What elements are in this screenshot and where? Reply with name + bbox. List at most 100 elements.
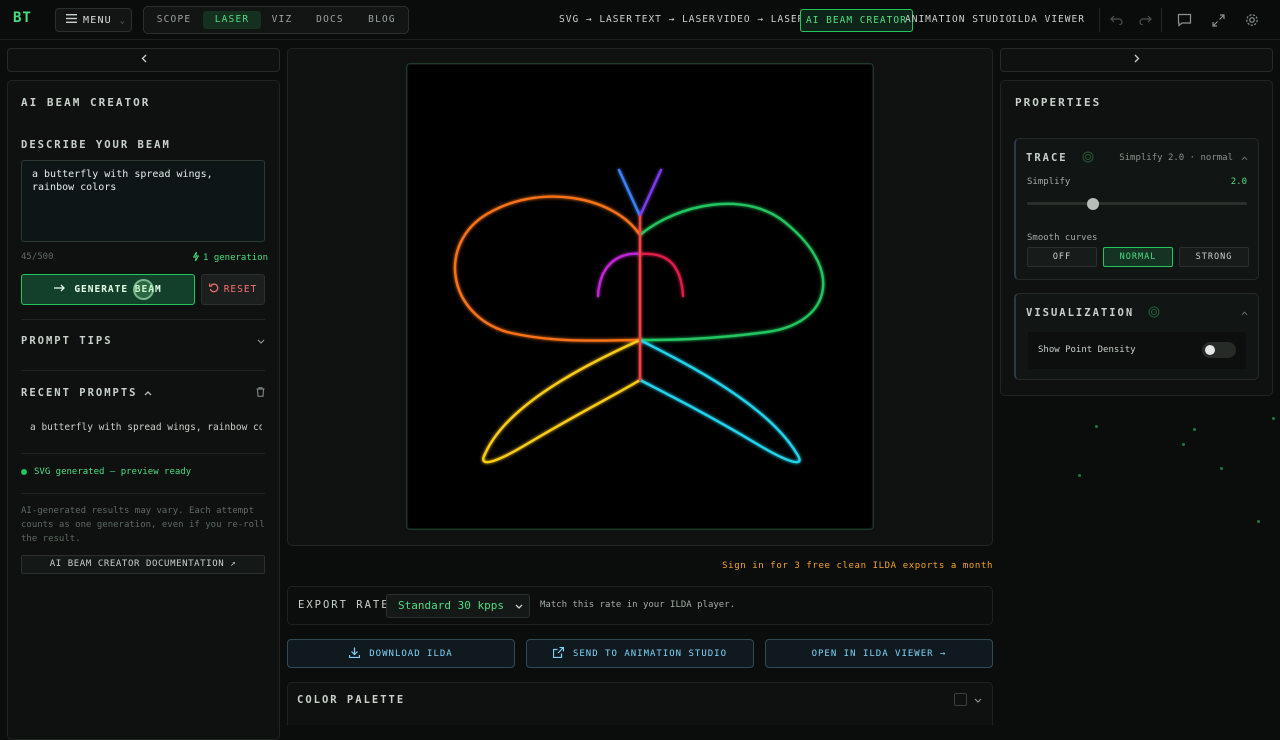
visualization-header[interactable]: VISUALIZATION <box>1026 305 1248 321</box>
char-count: 45/500 <box>21 252 54 262</box>
color-palette-label: COLOR PALETTE <box>297 694 406 706</box>
link-svg-to-laser[interactable]: SVG → LASER <box>559 10 633 30</box>
link-text-to-laser[interactable]: TEXT → LASER <box>635 10 716 30</box>
recent-prompts-label: RECENT PROMPTS <box>21 387 138 399</box>
arrow-right-icon <box>54 284 66 295</box>
open-in-ilda-viewer-button[interactable]: OPEN IN ILDA VIEWER → <box>765 639 993 668</box>
link-ilda-viewer[interactable]: ILDA VIEWER <box>1011 10 1085 30</box>
smooth-label: Smooth curves <box>1027 233 1098 243</box>
tab-viz[interactable]: VIZ <box>266 11 298 29</box>
particle <box>1272 417 1275 420</box>
chevron-up-icon <box>1241 308 1248 319</box>
chevron-down-icon <box>515 595 523 617</box>
collapse-left-panel-button[interactable] <box>7 48 280 72</box>
smooth-strong-option[interactable]: STRONG <box>1179 247 1249 267</box>
disclaimer-text: AI-generated results may vary. Each atte… <box>21 506 265 544</box>
prompt-input[interactable]: a butterfly with spread wings, rainbow c… <box>21 160 265 242</box>
particle <box>1182 443 1185 446</box>
signin-notice[interactable]: Sign in for 3 free clean ILDA exports a … <box>700 561 993 571</box>
expand-icon[interactable] <box>1208 10 1228 30</box>
export-rate-select[interactable]: Standard 30 kpps <box>386 594 530 618</box>
prompt-tips-toggle[interactable]: PROMPT TIPS <box>21 330 265 352</box>
status-text: SVG generated — preview ready <box>34 467 192 477</box>
toggle-knob <box>1205 345 1215 355</box>
particle <box>1095 425 1098 428</box>
beam-preview-canvas[interactable] <box>406 63 874 530</box>
send-to-animation-studio-button[interactable]: SEND TO ANIMATION STUDIO <box>526 639 754 668</box>
chevron-up-icon <box>1241 153 1248 164</box>
recent-prompts-header: RECENT PROMPTS <box>21 382 265 404</box>
simplify-slider-track[interactable] <box>1027 202 1247 205</box>
describe-label: DESCRIBE YOUR BEAM <box>21 139 171 151</box>
target-icon <box>1082 151 1094 166</box>
tab-blog[interactable]: BLOG <box>360 11 404 29</box>
divider <box>1099 8 1100 32</box>
download-ilda-button[interactable]: DOWNLOAD ILDA <box>287 639 515 668</box>
reset-label: RESET <box>223 284 258 295</box>
trace-summary: Simplify 2.0 · normal <box>1119 153 1233 163</box>
export-rate-value: Standard 30 kpps <box>398 599 504 612</box>
beam-head-right <box>638 252 685 298</box>
beam-lower-right-wing <box>638 338 801 464</box>
beam-head-left <box>596 252 642 298</box>
divider <box>21 453 265 454</box>
logo[interactable]: BT <box>13 10 32 26</box>
particle <box>1193 428 1196 431</box>
hamburger-icon <box>66 14 77 26</box>
chevron-down-icon[interactable] <box>974 695 982 706</box>
simplify-slider-thumb[interactable] <box>1087 198 1099 210</box>
generate-beam-button[interactable]: GENERATE BEAM <box>21 274 195 305</box>
cursor-indicator <box>133 279 154 300</box>
chat-icon[interactable] <box>1174 10 1194 30</box>
recent-prompt-item[interactable]: a butterfly with spread wings, rainbow c… <box>30 422 262 433</box>
link-video-to-laser[interactable]: VIDEO → LASER <box>717 10 804 30</box>
menu-button[interactable]: MENU ⌄ <box>55 8 132 32</box>
prompt-tips-label: PROMPT TIPS <box>21 335 113 347</box>
collapse-right-panel-button[interactable] <box>1000 48 1273 72</box>
palette-checkbox[interactable] <box>954 693 967 706</box>
trace-header[interactable]: TRACE Simplify 2.0 · normal <box>1026 150 1248 166</box>
tab-docs[interactable]: DOCS <box>310 11 350 29</box>
link-ai-beam-creator[interactable]: AI BEAM CREATOR <box>800 9 913 32</box>
open-label: OPEN IN ILDA VIEWER → <box>811 648 947 659</box>
tab-laser[interactable]: LASER <box>203 11 261 29</box>
generation-count: 1 generation <box>203 253 269 263</box>
documentation-link[interactable]: AI BEAM CREATOR DOCUMENTATION ↗ <box>21 555 265 574</box>
divider <box>21 370 265 371</box>
particle <box>1257 520 1260 523</box>
divider <box>1161 8 1162 32</box>
chevron-left-icon <box>141 54 147 66</box>
external-link-icon <box>552 646 565 661</box>
beam-upper-right-wing <box>638 202 825 342</box>
redo-icon[interactable] <box>1135 10 1155 30</box>
section-tabs: SCOPE LASER VIZ DOCS BLOG <box>143 6 409 34</box>
trash-icon[interactable] <box>256 386 265 400</box>
reset-icon <box>208 283 219 296</box>
link-animation-studio[interactable]: ANIMATION STUDIO <box>905 10 1013 30</box>
divider <box>21 319 265 320</box>
simplify-value: 2.0 <box>1230 177 1247 187</box>
butterfly-preview <box>453 168 825 464</box>
chevron-right-icon <box>1134 54 1140 66</box>
download-label: DOWNLOAD ILDA <box>369 648 453 659</box>
reset-button[interactable]: RESET <box>201 274 265 305</box>
export-rate-hint: Match this rate in your ILDA player. <box>540 600 736 610</box>
recent-prompts-toggle[interactable]: RECENT PROMPTS <box>21 387 152 399</box>
smooth-off-option[interactable]: OFF <box>1027 247 1097 267</box>
beam-antenna-left <box>617 168 642 218</box>
smooth-normal-option[interactable]: NORMAL <box>1103 247 1173 267</box>
top-bar: BT MENU ⌄ SCOPE LASER VIZ DOCS BLOG SVG … <box>0 0 1280 40</box>
point-density-toggle[interactable] <box>1202 342 1236 358</box>
download-icon <box>349 647 361 661</box>
status-line: SVG generated — preview ready <box>21 467 191 477</box>
undo-icon[interactable] <box>1106 10 1126 30</box>
chevron-up-icon <box>144 388 152 399</box>
divider <box>21 493 265 494</box>
properties-title: PROPERTIES <box>1015 96 1102 109</box>
menu-label: MENU <box>83 14 112 26</box>
settings-icon[interactable] <box>1242 10 1262 30</box>
beam-upper-left-wing <box>453 195 642 342</box>
status-dot-icon <box>21 469 27 475</box>
tab-scope[interactable]: SCOPE <box>150 11 198 29</box>
target-icon <box>1148 306 1160 321</box>
